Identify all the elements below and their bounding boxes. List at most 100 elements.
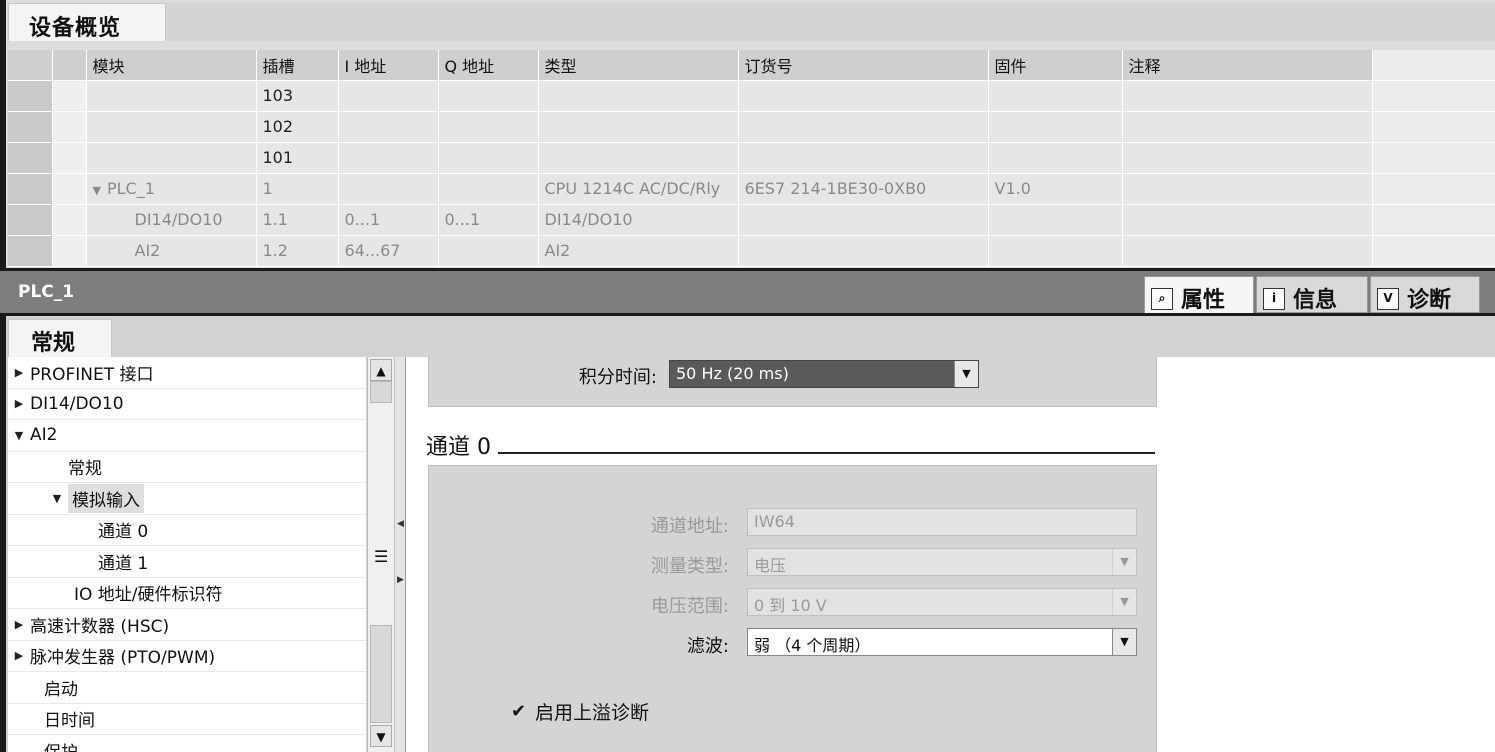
comment-cell[interactable] xyxy=(1122,111,1373,143)
row-handle[interactable] xyxy=(8,235,53,267)
tab-diagnostics[interactable]: V 诊断 xyxy=(1370,276,1480,313)
collapse-arrow-icon[interactable]: ▼ xyxy=(46,492,68,505)
module-cell[interactable] xyxy=(86,142,257,174)
column-header-firmware[interactable]: 固件 xyxy=(988,50,1123,81)
table-row[interactable]: AI2 1.2 64...67 AI2 xyxy=(8,235,1495,267)
collapse-arrow-icon[interactable]: ▼ xyxy=(93,184,101,197)
q-address-cell[interactable] xyxy=(438,80,539,112)
comment-cell[interactable] xyxy=(1122,142,1373,174)
scrollbar-track[interactable] xyxy=(370,625,392,723)
table-row[interactable]: DI14/DO10 1.1 0...1 0...1 DI14/DO10 xyxy=(8,204,1495,236)
q-address-cell[interactable] xyxy=(438,173,539,205)
nav-item-di14-do10[interactable]: ▶ DI14/DO10 xyxy=(8,389,366,420)
comment-cell[interactable] xyxy=(1122,80,1373,112)
module-cell[interactable]: AI2 xyxy=(86,235,257,267)
dropdown-arrow-icon[interactable]: ▼ xyxy=(954,361,978,387)
module-cell[interactable]: ▼ PLC_1 xyxy=(86,173,257,205)
module-cell[interactable] xyxy=(86,80,257,112)
filter-select[interactable]: 弱 （4 个周期） ▼ xyxy=(747,628,1137,656)
row-handle[interactable] xyxy=(8,80,53,112)
expand-arrow-icon[interactable]: ▶ xyxy=(8,618,30,631)
row-handle[interactable] xyxy=(8,204,53,236)
expand-arrow-icon[interactable]: ▶ xyxy=(8,397,30,410)
table-row[interactable]: ▼ PLC_1 1 CPU 1214C AC/DC/Rly 6ES7 214-1B… xyxy=(8,173,1495,205)
module-cell[interactable]: DI14/DO10 xyxy=(86,204,257,236)
table-row[interactable]: 102 xyxy=(8,111,1495,143)
integration-time-select[interactable]: 50 Hz (20 ms) ▼ xyxy=(669,360,979,388)
row-handle[interactable] xyxy=(8,173,53,205)
menu-grip-icon[interactable]: ☰ xyxy=(374,547,388,566)
nav-item-startup[interactable]: 启动 xyxy=(8,672,366,704)
row-handle[interactable] xyxy=(8,111,53,143)
i-address-cell[interactable] xyxy=(338,111,439,143)
check-icon[interactable]: ✔ xyxy=(511,702,529,721)
expand-cell xyxy=(52,80,87,112)
expand-arrow-icon[interactable]: ▶ xyxy=(8,649,30,662)
nav-item-hsc[interactable]: ▶ 高速计数器 (HSC) xyxy=(8,609,366,641)
scroll-down-icon[interactable]: ▼ xyxy=(370,725,392,747)
collapse-left-icon[interactable]: ◀ xyxy=(397,519,404,529)
module-cell[interactable] xyxy=(86,111,257,143)
i-address-cell[interactable]: 0...1 xyxy=(338,204,439,236)
column-header-i-address[interactable]: I 地址 xyxy=(338,50,439,81)
measure-type-select: 电压 ▼ xyxy=(747,548,1137,576)
collapse-arrow-icon[interactable]: ▼ xyxy=(8,429,30,442)
column-header-module[interactable]: 模块 xyxy=(86,50,257,81)
comment-cell[interactable] xyxy=(1122,173,1373,205)
column-header-comment[interactable]: 注释 xyxy=(1122,50,1373,81)
expand-right-icon[interactable]: ▶ xyxy=(397,575,404,585)
firmware-cell: V1.0 xyxy=(988,173,1123,205)
i-address-cell[interactable] xyxy=(338,173,439,205)
nav-item-time-of-day[interactable]: 日时间 xyxy=(8,704,366,735)
row-handle[interactable] xyxy=(8,142,53,174)
nav-item-label: PROFINET 接口 xyxy=(30,364,154,385)
nav-item-channel-1[interactable]: 通道 1 xyxy=(8,546,366,578)
i-address-cell[interactable] xyxy=(338,80,439,112)
i-address-cell[interactable]: 64...67 xyxy=(338,235,439,267)
nav-item-profinet[interactable]: ▶ PROFINET 接口 xyxy=(8,357,366,389)
row-filler xyxy=(1372,204,1495,236)
tab-info-label: 信息 xyxy=(1293,288,1338,313)
comment-cell[interactable] xyxy=(1122,235,1373,267)
nav-item-channel-0[interactable]: 通道 0 xyxy=(8,515,366,546)
q-address-cell[interactable] xyxy=(438,111,539,143)
measure-type-value: 电压 xyxy=(754,556,787,575)
nav-item-ai2[interactable]: ▼ AI2 xyxy=(8,420,366,452)
column-header-order-number[interactable]: 订货号 xyxy=(738,50,989,81)
i-address-cell[interactable] xyxy=(338,142,439,174)
filter-value: 弱 （4 个周期） xyxy=(754,636,871,655)
tab-general[interactable]: 常规 xyxy=(8,319,112,357)
slot-cell: 101 xyxy=(256,142,339,174)
comment-cell[interactable] xyxy=(1122,204,1373,236)
q-address-cell[interactable] xyxy=(438,142,539,174)
scrollbar-thumb[interactable] xyxy=(370,381,392,403)
type-cell: CPU 1214C AC/DC/Rly xyxy=(538,173,739,205)
expand-cell xyxy=(52,235,87,267)
nav-item-protection[interactable]: 保护 xyxy=(8,735,366,752)
nav-item-general[interactable]: 常规 xyxy=(8,452,366,483)
table-row[interactable]: 103 xyxy=(8,80,1495,112)
column-header-type[interactable]: 类型 xyxy=(538,50,739,81)
properties-navigation-tree: ▶ PROFINET 接口 ▶ DI14/DO10 ▼ AI2 常规 ▼ 模拟输入 通道… xyxy=(8,357,366,752)
nav-item-analog-input[interactable]: ▼ 模拟输入 xyxy=(8,483,366,515)
properties-icon: ⌕ xyxy=(1151,288,1173,310)
scroll-up-icon[interactable]: ▲ xyxy=(370,359,392,381)
expand-arrow-icon[interactable]: ▶ xyxy=(8,366,30,379)
nav-item-io-address[interactable]: IO 地址/硬件标识符 xyxy=(8,578,366,609)
module-name: PLC_1 xyxy=(106,179,155,198)
overflow-diagnostics-checkbox[interactable]: ✔ 启用上溢诊断 xyxy=(511,698,649,725)
nav-item-pto-pwm[interactable]: ▶ 脉冲发生器 (PTO/PWM) xyxy=(8,641,366,672)
integration-time-value: 50 Hz (20 ms) xyxy=(676,364,789,383)
device-overview-tab[interactable]: 设备概览 xyxy=(8,3,166,41)
q-address-cell[interactable] xyxy=(438,235,539,267)
column-header-q-address[interactable]: Q 地址 xyxy=(438,50,539,81)
tab-info[interactable]: i 信息 xyxy=(1256,276,1368,313)
expand-cell xyxy=(52,173,87,205)
column-header-slot[interactable]: 插槽 xyxy=(256,50,339,81)
tab-properties[interactable]: ⌕ 属性 xyxy=(1144,276,1254,313)
dropdown-arrow-icon[interactable]: ▼ xyxy=(1112,629,1136,655)
nav-scrollbar[interactable]: ▲ ☰ ▼ xyxy=(367,357,395,752)
table-row[interactable]: 101 xyxy=(8,142,1495,174)
splitter-handle[interactable]: ◀ ▶ xyxy=(395,357,406,752)
q-address-cell[interactable]: 0...1 xyxy=(438,204,539,236)
